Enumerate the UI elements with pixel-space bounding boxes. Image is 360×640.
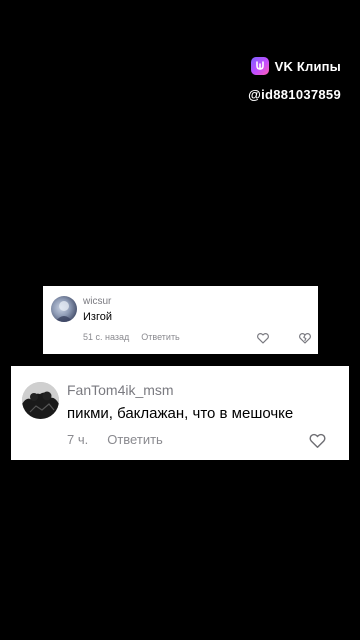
comment-username[interactable]: wicsur [83,296,111,307]
comment-text: Изгой [83,311,112,323]
user-avatar-icon [22,382,59,419]
reply-button[interactable]: Ответить [107,432,163,447]
comment-meta: 7 ч. Ответить [67,432,163,447]
avatar[interactable] [22,382,59,419]
heart-broken-icon[interactable] [297,330,313,346]
heart-icon[interactable] [307,430,327,450]
vk-clips-logo-icon [250,57,269,75]
comment-text: пикми, баклажан, что в мешочке [67,405,294,422]
vk-clips-watermark: VK Клипы @id881037859 [248,55,341,102]
comment-meta: 51 с. назад Ответить [83,332,180,342]
comment-time: 7 ч. [67,432,89,447]
avatar[interactable] [51,296,77,322]
comment-card: wicsur Изгой 51 с. назад Ответить [43,286,318,354]
reply-button[interactable]: Ответить [141,332,179,342]
watermark-handle: @id881037859 [248,87,341,102]
user-avatar-icon [55,301,73,322]
comment-time: 51 с. назад [83,332,130,342]
comment-username[interactable]: FanTom4ik_msm [67,382,174,398]
comment-card: FanTom4ik_msm пикми, баклажан, что в меш… [11,366,349,460]
heart-icon[interactable] [255,330,271,346]
watermark-brand-row: VK Клипы [248,55,341,77]
watermark-brand: VK Клипы [274,58,341,74]
